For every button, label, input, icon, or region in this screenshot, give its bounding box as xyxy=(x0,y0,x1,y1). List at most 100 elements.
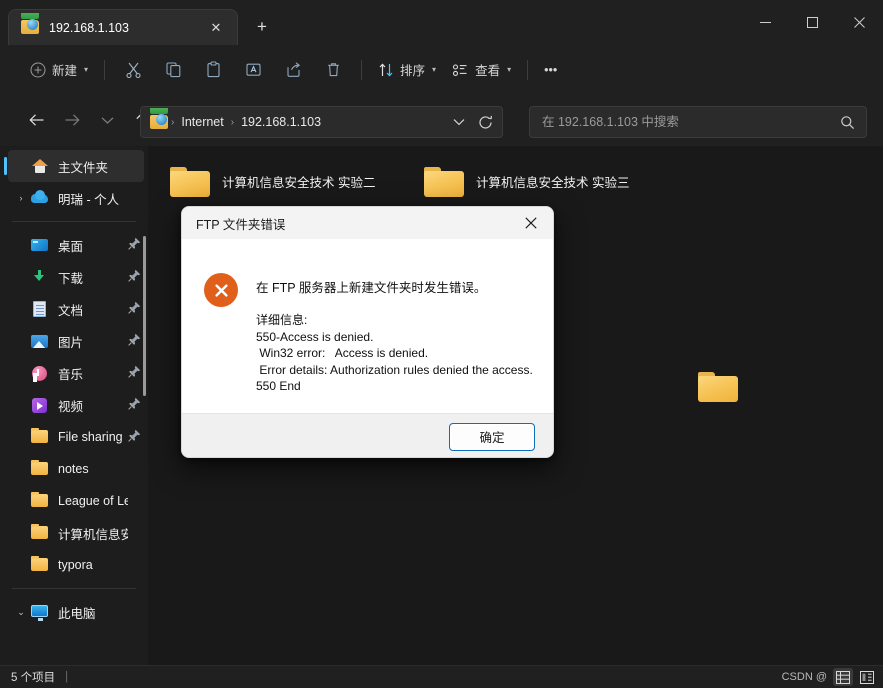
breadcrumb-host[interactable]: 192.168.1.103 xyxy=(237,112,325,132)
address-dropdown-icon[interactable] xyxy=(446,109,472,135)
rename-icon[interactable] xyxy=(233,54,273,86)
pictures-icon xyxy=(30,331,50,351)
chevron-icon[interactable]: › xyxy=(12,182,30,214)
sidebar-item-11[interactable]: League of Leg xyxy=(8,485,144,517)
nav-list: 主文件夹 › 明瑞 - 个人桌面下载文档图片音乐视频 File sharing note… xyxy=(0,146,148,628)
more-options-button[interactable]: ••• xyxy=(536,54,565,86)
sort-button[interactable]: 排序 ▾ xyxy=(370,54,444,86)
sidebar-item-12[interactable]: 计算机信息安全 xyxy=(8,517,144,549)
close-icon[interactable] xyxy=(836,0,883,45)
new-tab-button[interactable]: + xyxy=(246,12,278,42)
pin-icon[interactable] xyxy=(128,301,144,317)
view-button[interactable]: 查看 ▾ xyxy=(444,54,519,86)
sidebar-item-label: 视频 xyxy=(58,399,84,414)
sidebar-item-3[interactable]: 桌面 xyxy=(8,229,144,261)
sidebar-item-0[interactable]: 主文件夹 xyxy=(4,150,144,182)
folder-item[interactable]: 计算机信息安全技术 实验三 xyxy=(414,152,668,210)
folder-name: 计算机信息安全技术 实验三 xyxy=(476,175,630,190)
error-icon xyxy=(204,273,238,307)
delete-icon[interactable] xyxy=(313,54,353,86)
navigation-pane[interactable]: 主文件夹 › 明瑞 - 个人桌面下载文档图片音乐视频 File sharing note… xyxy=(0,146,148,665)
pin-icon[interactable] xyxy=(128,429,144,445)
details-view-icon[interactable] xyxy=(833,668,853,686)
sidebar-item-label: 桌面 xyxy=(58,239,84,254)
folder-item[interactable]: 计算机信息安全技术 实验二 xyxy=(160,152,414,210)
chevron-icon[interactable]: ⌄ xyxy=(12,596,30,628)
new-button[interactable]: 新建 ▾ xyxy=(22,54,96,86)
view-list-icon xyxy=(452,62,469,78)
maximize-icon[interactable] xyxy=(789,0,836,45)
sidebar-item-13[interactable]: typora xyxy=(8,549,144,581)
sidebar-item-9[interactable]: File sharing xyxy=(8,421,144,453)
ftp-folder-globe-icon xyxy=(150,108,168,130)
tab-192-168-1-103[interactable]: 192.168.1.103 ✕ xyxy=(8,9,238,45)
sidebar-item-8[interactable]: 视频 xyxy=(8,389,144,421)
search-input[interactable] xyxy=(542,115,834,129)
pin-icon[interactable] xyxy=(128,365,144,381)
minimize-icon[interactable] xyxy=(742,0,789,45)
chevron-down-icon: ▾ xyxy=(84,65,89,74)
more-options-label: ••• xyxy=(544,62,558,77)
sort-arrows-icon xyxy=(378,62,394,78)
breadcrumb-separator: › xyxy=(230,116,235,128)
share-icon[interactable] xyxy=(273,54,313,86)
address-bar[interactable]: › Internet › 192.168.1.103 xyxy=(140,106,503,138)
toolbar-divider-2 xyxy=(361,59,363,80)
ok-button[interactable]: 确定 xyxy=(449,422,535,451)
sidebar-item-5[interactable]: 文档 xyxy=(8,293,144,325)
downloads-icon xyxy=(30,267,50,287)
pin-icon[interactable] xyxy=(128,397,144,413)
sidebar-item-label: 此电脑 xyxy=(58,606,96,621)
breadcrumb-internet[interactable]: Internet xyxy=(177,112,227,132)
sidebar-item-1[interactable]: › 明瑞 - 个人 xyxy=(8,182,144,214)
sidebar-item-7[interactable]: 音乐 xyxy=(8,357,144,389)
large-icons-view-icon[interactable] xyxy=(857,668,877,686)
dialog-detail-line: 550 End xyxy=(256,379,301,393)
sidebar-item-label: File sharing xyxy=(58,430,123,444)
forward-icon[interactable] xyxy=(57,105,87,135)
refresh-icon[interactable] xyxy=(472,109,498,135)
cut-icon[interactable] xyxy=(113,54,153,86)
command-bar: 新建 ▾ 排序 ▾ 查看 ▾ ••• xyxy=(0,45,883,94)
plus-circle-icon xyxy=(30,62,46,78)
onedrive-cloud-icon xyxy=(30,188,50,208)
sidebar-item-6[interactable]: 图片 xyxy=(8,325,144,357)
search-icon[interactable] xyxy=(834,109,860,135)
tab-label: 192.168.1.103 xyxy=(49,20,129,35)
sort-button-label: 排序 xyxy=(400,64,426,78)
pin-icon[interactable] xyxy=(128,269,144,285)
back-icon[interactable] xyxy=(22,105,52,135)
sidebar-item-label: 文档 xyxy=(58,303,84,318)
this-pc-icon xyxy=(30,602,50,622)
sidebar-scrollbar[interactable] xyxy=(143,236,146,396)
dialog-detail-line: 550-Access is denied. xyxy=(256,329,374,344)
toolbar-divider xyxy=(104,59,106,80)
dialog-close-icon[interactable] xyxy=(509,207,553,239)
folder-icon xyxy=(168,163,212,199)
folder-grid: 计算机信息安全技术 实验二 计算机信息安全技术 实验三 xyxy=(160,152,668,210)
dialog-detail-line: Win32 error: Access is denied. xyxy=(256,346,429,360)
nav-divider xyxy=(12,588,136,589)
tab-close-icon[interactable]: ✕ xyxy=(203,15,229,41)
dialog-message: 在 FTP 服务器上新建文件夹时发生错误。 xyxy=(256,281,487,295)
recent-locations-icon[interactable] xyxy=(92,105,122,135)
videos-icon xyxy=(30,395,50,415)
paste-icon[interactable] xyxy=(193,54,233,86)
sidebar-item-4[interactable]: 下载 xyxy=(8,261,144,293)
ftp-folder-error-dialog[interactable]: FTP 文件夹错误 在 FTP 服务器上新建文件夹时发生错误。 详细信息: 55… xyxy=(181,206,554,458)
search-box[interactable] xyxy=(529,106,867,138)
sidebar-item-10[interactable]: notes xyxy=(8,453,144,485)
status-separator: | xyxy=(65,671,69,683)
sidebar-item-label: 图片 xyxy=(58,335,84,350)
folder-icon xyxy=(30,523,50,543)
dialog-title: FTP 文件夹错误 xyxy=(196,217,286,232)
sidebar-item-label: notes xyxy=(58,462,89,476)
status-bar-right: CSDN @ xyxy=(782,668,877,686)
folder-icon-partial xyxy=(696,368,740,404)
pin-icon[interactable] xyxy=(128,333,144,349)
pin-icon[interactable] xyxy=(128,237,144,253)
new-button-label: 新建 xyxy=(52,64,78,78)
sidebar-item-15[interactable]: ⌄ 此电脑 xyxy=(8,596,144,628)
copy-icon[interactable] xyxy=(153,54,193,86)
dialog-text: 在 FTP 服务器上新建文件夹时发生错误。 详细信息: 550-Access i… xyxy=(256,273,535,413)
